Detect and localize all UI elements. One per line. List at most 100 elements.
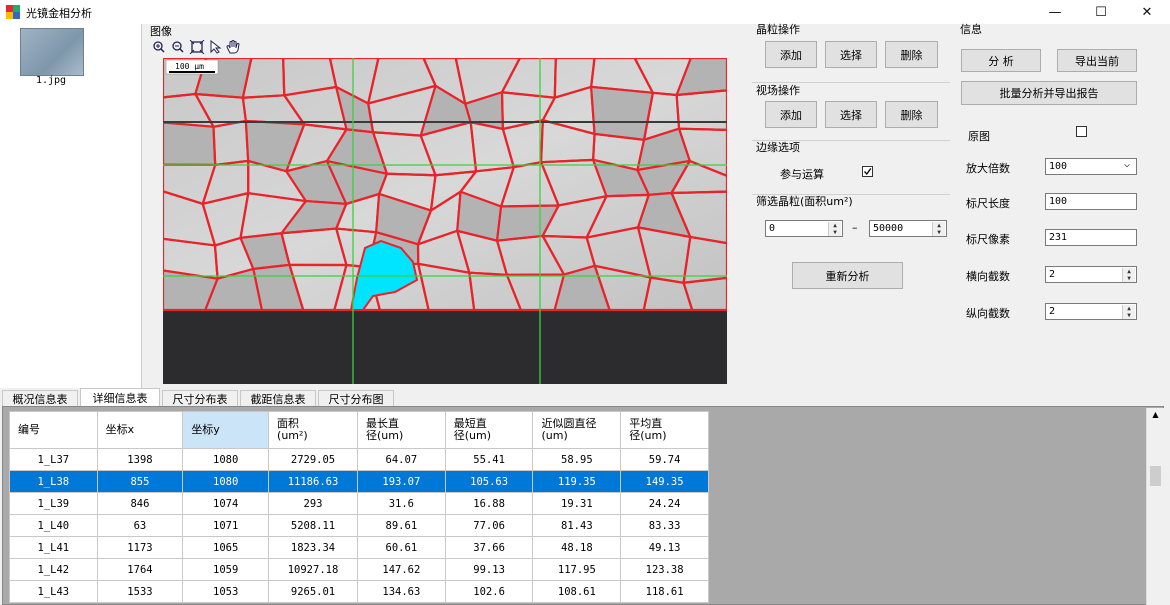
ruler-pixels-input[interactable]: 231 (1045, 229, 1137, 246)
table-cell: 108.61 (532, 580, 622, 603)
analyze-button[interactable]: 分 析 (961, 49, 1041, 72)
thumbnail-list[interactable]: 1.jpg (0, 24, 142, 388)
table-cell: 1_L43 (9, 580, 98, 603)
table-row[interactable]: 1_L43 1533 1053 9265.01 134.63 102.6 108.61 118… (9, 580, 709, 603)
table-cell: 99.13 (444, 558, 534, 581)
table-cell: 1_L38 (9, 470, 98, 493)
original-image-checkbox[interactable] (1076, 126, 1087, 137)
spinner-icon[interactable]: ▲ ▼ (1122, 305, 1135, 319)
table-cell: 16.88 (444, 492, 534, 515)
table-cell: 60.61 (356, 536, 446, 559)
table-cell: 11186.63 (268, 470, 358, 493)
field-select-button[interactable]: 选择 (825, 101, 877, 128)
table-row[interactable]: 1_L42 1764 1059 10927.18 147.62 99.13 117.95 12… (9, 558, 709, 581)
table-cell: 1071 (182, 514, 270, 537)
table-row[interactable]: 1_L41 1173 1065 1823.34 60.61 37.66 48.18 49.13 (9, 536, 709, 559)
filter-dash: – (852, 221, 858, 234)
zoom-in-icon[interactable] (153, 41, 165, 53)
app-icon (6, 5, 20, 19)
table-cell: 81.43 (532, 514, 622, 537)
maximize-button[interactable]: ☐ (1078, 0, 1124, 24)
vertical-cut-input[interactable]: 2 ▲ ▼ (1045, 303, 1137, 320)
tab-overview[interactable]: 概况信息表 (2, 390, 78, 407)
field-delete-button[interactable]: 删除 (885, 101, 938, 128)
table-cell: 1_L37 (9, 448, 98, 471)
table-cell: 1533 (96, 580, 184, 603)
close-button[interactable]: ✕ (1124, 0, 1170, 24)
table-cell: 37.66 (444, 536, 534, 559)
table-row[interactable]: 1_L37 1398 1080 2729.05 64.07 55.41 58.95 59.74 (9, 448, 709, 471)
table-cell: 9265.01 (268, 580, 358, 603)
column-header[interactable]: 近似圆直径 (um) (532, 411, 622, 449)
reanalyze-button[interactable]: 重新分析 (792, 262, 903, 289)
thumbnail-image[interactable] (20, 28, 84, 76)
table-cell: 89.61 (356, 514, 446, 537)
grain-boundary (163, 121, 217, 167)
micrograph-view[interactable]: 100 μm (163, 58, 727, 384)
fit-icon[interactable] (189, 39, 205, 55)
edge-participate-checkbox[interactable] (862, 166, 873, 177)
table-cell: 77.06 (444, 514, 534, 537)
batch-analyze-export-button[interactable]: 批量分析并导出报告 (961, 81, 1137, 105)
tab-size-distribution[interactable]: 尺寸分布表 (162, 390, 238, 407)
spinner-icon[interactable]: ▲ ▼ (932, 222, 945, 236)
table-cell: 1764 (96, 558, 184, 581)
magnification-value: 100 (1049, 161, 1068, 172)
table-cell: 1173 (96, 536, 184, 559)
column-header[interactable]: 最短直 径(um) (444, 411, 534, 449)
minimize-button[interactable]: — (1032, 0, 1078, 24)
ruler-length-input[interactable]: 100 (1045, 193, 1137, 210)
horizontal-cut-value: 2 (1049, 269, 1056, 280)
vertical-cut-value: 2 (1049, 306, 1056, 317)
chevron-down-icon: ⌵ (1123, 159, 1130, 170)
select-arrow-icon[interactable] (210, 39, 222, 54)
table-cell: 1059 (182, 558, 270, 581)
edge-participate-label: 参与运算 (780, 168, 824, 181)
table-row[interactable]: 1_L40 63 1071 5208.11 89.61 77.06 81.43 83.33 (9, 514, 709, 537)
spinner-icon[interactable]: ▲ ▼ (828, 222, 841, 236)
table-cell: 19.31 (532, 492, 622, 515)
column-header[interactable]: 最长直 径(um) (356, 411, 446, 449)
table-cell: 1_L42 (9, 558, 98, 581)
filter-title: 筛选晶粒(面积um²) (756, 195, 853, 208)
filter-max-input[interactable]: 50000 ▲ ▼ (869, 220, 947, 237)
column-header[interactable]: 面积 (um²) (268, 411, 358, 449)
table-row[interactable]: 1_L38 855 1080 11186.63 193.07 105.63 119.35 14… (9, 470, 709, 493)
table-cell: 193.07 (356, 470, 446, 493)
vertical-cut-label: 纵向截数 (966, 307, 1010, 320)
zoom-out-icon[interactable] (172, 41, 184, 53)
grain-delete-button[interactable]: 删除 (885, 41, 938, 68)
detail-table[interactable]: 编号 坐标x 坐标y 面积 (um²) 最长直 径(um) 最短直 径(um) 近似圆直径 … (9, 411, 709, 603)
grain-add-button[interactable]: 添加 (765, 41, 817, 68)
tab-size-chart[interactable]: 尺寸分布图 (318, 390, 394, 407)
table-cell: 48.18 (532, 536, 622, 559)
tab-details[interactable]: 详细信息表 (80, 388, 160, 407)
column-header[interactable]: 坐标x (96, 411, 184, 449)
table-cell: 293 (268, 492, 358, 515)
export-current-button[interactable]: 导出当前 (1057, 49, 1137, 72)
table-cell: 1053 (182, 580, 270, 603)
grain-select-button[interactable]: 选择 (825, 41, 877, 68)
table-cell: 105.63 (444, 470, 534, 493)
column-header[interactable]: 坐标y (182, 411, 270, 449)
pan-hand-icon[interactable] (226, 40, 240, 54)
field-add-button[interactable]: 添加 (765, 101, 817, 128)
original-image-label: 原图 (968, 130, 990, 143)
scroll-up-icon[interactable]: ▲ (1147, 410, 1164, 419)
ruler-length-label: 标尺长度 (966, 197, 1010, 210)
horizontal-cut-input[interactable]: 2 ▲ ▼ (1045, 266, 1137, 283)
vertical-scrollbar[interactable]: ▲ (1146, 408, 1164, 605)
ruler-pixels-label: 标尺像素 (966, 233, 1010, 246)
scale-bar-label: 100 μm (175, 62, 204, 71)
spinner-icon[interactable]: ▲ ▼ (1122, 268, 1135, 282)
magnification-select[interactable]: 100 ⌵ (1045, 158, 1137, 175)
table-cell: 149.35 (620, 470, 709, 493)
table-cell: 102.6 (444, 580, 534, 603)
column-header[interactable]: 编号 (9, 411, 98, 449)
tab-intercept-info[interactable]: 截距信息表 (240, 390, 316, 407)
table-cell: 1_L41 (9, 536, 98, 559)
filter-min-input[interactable]: 0 ▲ ▼ (765, 220, 843, 237)
column-header[interactable]: 平均直 径(um) (620, 411, 709, 449)
scrollbar-thumb[interactable] (1150, 466, 1161, 486)
table-row[interactable]: 1_L39 846 1074 293 31.6 16.88 19.31 24.24 (9, 492, 709, 515)
